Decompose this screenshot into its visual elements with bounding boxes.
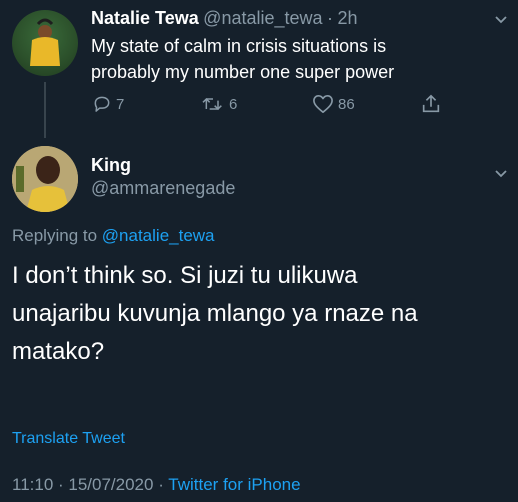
reply-tweet-text: I don’t think so. Si juzi tu ulikuwa una… (12, 257, 418, 371)
original-tweet-header: Natalie Tewa @natalie_tewa · 2h (91, 8, 357, 29)
retweet-count: 6 (229, 95, 238, 113)
chevron-down-icon[interactable] (493, 12, 509, 33)
replying-to-label: Replying to (12, 226, 98, 245)
replying-to: Replying to @natalie_tewa (12, 226, 215, 246)
reply-action[interactable]: 7 (92, 94, 124, 114)
original-tweet-line: My state of calm in crisis situations is (91, 36, 387, 56)
reply-author-handle[interactable]: @ammarenegade (91, 178, 235, 199)
like-count: 86 (338, 95, 355, 113)
retweet-icon (202, 97, 222, 111)
reply-author-name[interactable]: King (91, 155, 235, 176)
reply-icon (94, 96, 110, 112)
like-action[interactable]: 86 (312, 94, 355, 114)
original-author-name[interactable]: Natalie Tewa (91, 8, 199, 28)
translate-tweet-link[interactable]: Translate Tweet (12, 430, 125, 448)
tweet-meta: 11:10 · 15/07/2020 · Twitter for iPhone (12, 475, 301, 495)
header-separator: · (326, 8, 333, 28)
reply-tweet-line: I don’t think so. Si juzi tu ulikuwa (12, 262, 358, 289)
king-avatar-figure (12, 146, 78, 212)
reply-author: King @ammarenegade (91, 155, 235, 199)
natalie-avatar-figure (30, 18, 60, 66)
replying-to-link[interactable]: @natalie_tewa (102, 226, 215, 245)
reply-tweet-line: unajaribu kuvunja mlango ya rnaze na (12, 300, 418, 327)
original-author-handle[interactable]: @natalie_tewa (203, 8, 322, 28)
retweet-action[interactable]: 6 (201, 94, 237, 114)
thread-line (44, 82, 46, 138)
like-icon (313, 95, 333, 113)
share-action[interactable] (420, 93, 446, 115)
natalie-avatar[interactable] (12, 10, 78, 76)
original-tweet-line: probably my number one super power (91, 62, 395, 82)
reply-count: 7 (116, 95, 125, 113)
tweet-timestamp[interactable]: 11:10 · 15/07/2020 · (12, 475, 168, 494)
original-tweet-text: My state of calm in crisis situations is… (91, 33, 394, 85)
chevron-down-icon[interactable] (493, 166, 509, 187)
king-avatar[interactable] (12, 146, 78, 212)
reply-tweet-line: matako? (12, 338, 105, 365)
share-icon (422, 94, 440, 113)
original-tweet-time[interactable]: 2h (337, 8, 357, 28)
tweet-source[interactable]: Twitter for iPhone (168, 475, 300, 494)
